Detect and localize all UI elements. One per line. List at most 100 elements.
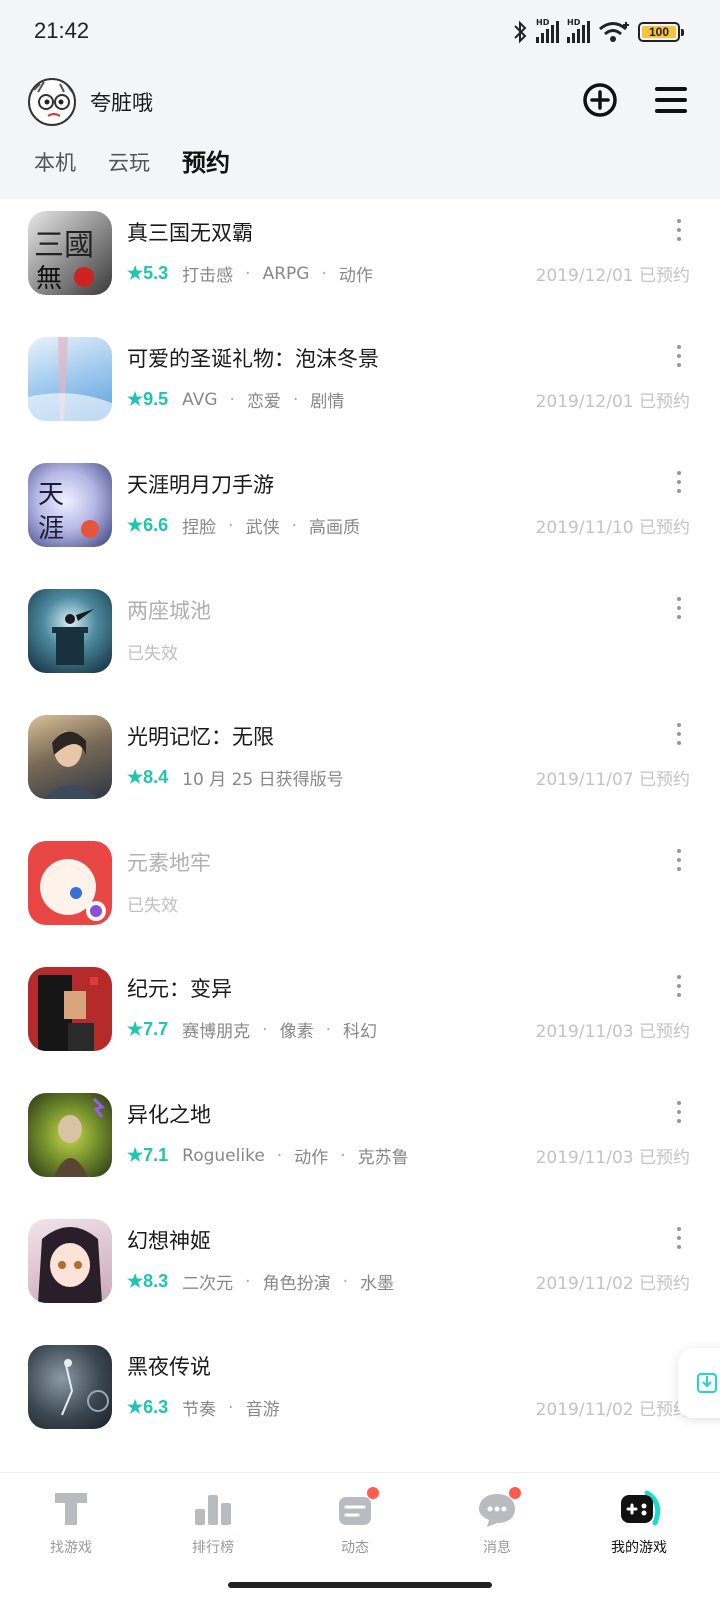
svg-text:天: 天 — [38, 480, 64, 510]
game-tag: 剧情 — [310, 392, 345, 412]
list-item[interactable]: 幻想神姬 ★8.3 二次元 · 角色扮演 · 水墨 2019/11/02 已预约 — [0, 1207, 720, 1333]
game-meta: ★8.3 二次元 · 角色扮演 · 水墨 — [127, 1271, 394, 1294]
svg-text:三國: 三國 — [34, 228, 94, 263]
game-tag: 捏脸 — [182, 518, 217, 538]
home-indicator[interactable] — [228, 1582, 492, 1588]
game-tag: 动作 — [338, 266, 373, 286]
game-tag: 角色扮演 — [262, 1274, 331, 1294]
nav-messages[interactable]: 消息 — [442, 1487, 552, 1557]
game-meta: ★9.5 AVG · 恋爱 · 剧情 — [127, 389, 345, 412]
game-icon[interactable] — [28, 337, 112, 421]
nav-feed[interactable]: 动态 — [300, 1487, 410, 1557]
game-title: 黑夜传说 — [127, 1355, 211, 1379]
game-tag: 二次元 — [182, 1274, 234, 1294]
hamburger-menu-icon[interactable] — [654, 82, 688, 118]
notification-badge — [367, 1487, 379, 1499]
nav-label: 排行榜 — [192, 1540, 234, 1556]
game-tag: 科幻 — [342, 1022, 377, 1042]
game-icon[interactable] — [28, 589, 112, 673]
floating-download-button[interactable] — [678, 1348, 720, 1418]
list-item[interactable]: 黑夜传说 ★6.3 节奏 · 音游 2019/11/02 已预约 — [0, 1333, 720, 1459]
game-note: 10 月 25 日获得版号 — [182, 770, 344, 790]
more-options-icon[interactable] — [676, 345, 682, 367]
nav-label: 消息 — [483, 1540, 511, 1556]
more-options-icon[interactable] — [676, 219, 682, 241]
battery-icon: 100 — [638, 22, 684, 42]
nav-my-games[interactable]: 我的游戏 — [584, 1489, 694, 1557]
svg-text:無: 無 — [36, 264, 62, 294]
more-options-icon[interactable] — [676, 471, 682, 493]
status-time: 21:42 — [34, 18, 90, 43]
game-score: ★7.1 — [127, 1145, 169, 1165]
bluetooth-icon — [514, 20, 527, 44]
game-icon[interactable] — [28, 1345, 112, 1429]
svg-text:涯: 涯 — [38, 514, 64, 544]
download-icon — [697, 1373, 717, 1393]
game-icon[interactable]: 天涯 — [28, 463, 112, 547]
game-icon[interactable] — [28, 967, 112, 1051]
list-item[interactable]: 异化之地 ★7.1 Roguelike · 动作 · 克苏鲁 2019/11/03 … — [0, 1081, 720, 1207]
nav-ranking[interactable]: 排行榜 — [158, 1489, 268, 1557]
list-item[interactable]: 天涯 天涯明月刀手游 ★6.6 捏脸 · 武侠 · 高画质 2019/11/10 已… — [0, 451, 720, 577]
game-title: 两座城池 — [127, 599, 211, 623]
game-title: 幻想神姬 — [127, 1229, 211, 1253]
more-options-icon[interactable] — [676, 597, 682, 619]
game-tag: AVG — [182, 389, 218, 410]
more-options-icon[interactable] — [676, 975, 682, 997]
tab-local[interactable]: 本机 — [34, 148, 76, 178]
list-item[interactable]: 光明记忆：无限 ★8.4 10 月 25 日获得版号 2019/11/07 已预… — [0, 703, 720, 829]
reservation-date: 2019/11/10 已预约 — [535, 518, 690, 538]
game-tag: 高画质 — [308, 518, 360, 538]
header-actions — [582, 82, 688, 118]
game-meta: ★7.7 赛博朋克 · 像素 · 科幻 — [127, 1019, 377, 1042]
user-profile[interactable]: 夸脏哦 — [28, 78, 153, 126]
more-options-icon[interactable] — [676, 1101, 682, 1123]
game-tag: 武侠 — [245, 518, 280, 538]
status-icons: HD HD 100 — [512, 18, 684, 44]
bottom-nav: 找游戏 排行榜 动态 消息 我的游戏 — [0, 1472, 720, 1600]
more-options-icon[interactable] — [676, 1227, 682, 1249]
username: 夸脏哦 — [90, 91, 153, 115]
tab-bar: 本机 云玩 预约 — [34, 148, 233, 178]
game-status: 已失效 — [127, 639, 178, 664]
game-tag: ARPG — [262, 263, 310, 284]
game-title: 光明记忆：无限 — [127, 725, 274, 749]
game-meta: ★8.4 10 月 25 日获得版号 — [127, 765, 344, 790]
tab-reservations[interactable]: 预约 — [179, 148, 233, 178]
list-item[interactable]: 元素地牢 已失效 — [0, 829, 720, 955]
game-tag: 打击感 — [182, 266, 234, 286]
invalid-status: 已失效 — [127, 644, 178, 664]
game-score: ★8.4 — [127, 767, 169, 787]
list-item[interactable]: 可爱的圣诞礼物：泡沫冬景 ★9.5 AVG · 恋爱 · 剧情 2019/12/01… — [0, 325, 720, 451]
game-icon[interactable]: 三國無 — [28, 211, 112, 295]
plus-circle-icon[interactable] — [582, 82, 618, 118]
list-item[interactable]: 三國無 真三国无双霸 ★5.3 打击感 · ARPG · 动作 2019/12/01… — [0, 199, 720, 325]
game-icon[interactable] — [28, 841, 112, 925]
reservation-date: 2019/11/02 已预约 — [535, 1274, 690, 1294]
game-tag: 动作 — [294, 1148, 329, 1168]
more-options-icon[interactable] — [676, 723, 682, 745]
reservation-date: 2019/11/07 已预约 — [535, 770, 690, 790]
tab-cloud-play[interactable]: 云玩 — [108, 148, 150, 178]
game-icon[interactable] — [28, 715, 112, 799]
invalid-status: 已失效 — [127, 896, 178, 916]
game-title: 真三国无双霸 — [127, 221, 253, 245]
game-status: 已失效 — [127, 891, 178, 916]
game-icon[interactable] — [28, 1093, 112, 1177]
reservation-list[interactable]: 三國無 真三国无双霸 ★5.3 打击感 · ARPG · 动作 2019/12/01… — [0, 199, 720, 1471]
game-tag: 音游 — [245, 1400, 280, 1420]
game-score: ★8.3 — [127, 1271, 169, 1291]
game-meta: ★7.1 Roguelike · 动作 · 克苏鲁 — [127, 1145, 409, 1168]
status-bar: 21:42 HD HD 100 — [0, 0, 720, 66]
avatar[interactable] — [28, 78, 76, 126]
game-icon[interactable] — [28, 1219, 112, 1303]
reservation-date: 2019/11/03 已预约 — [535, 1022, 690, 1042]
more-options-icon[interactable] — [676, 849, 682, 871]
list-item[interactable]: 纪元：变异 ★7.7 赛博朋克 · 像素 · 科幻 2019/11/03 已预约 — [0, 955, 720, 1081]
game-score: ★6.6 — [127, 515, 169, 535]
nav-find-games[interactable]: 找游戏 — [16, 1489, 126, 1557]
game-title: 天涯明月刀手游 — [127, 473, 274, 497]
game-tag: 恋爱 — [246, 392, 281, 412]
list-item[interactable]: 两座城池 已失效 — [0, 577, 720, 703]
notification-badge — [509, 1487, 521, 1499]
